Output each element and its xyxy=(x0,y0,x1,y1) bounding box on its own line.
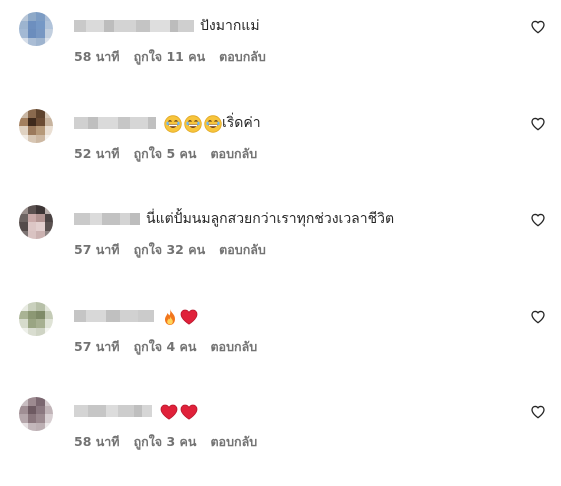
avatar[interactable] xyxy=(19,397,53,431)
username-redacted[interactable] xyxy=(74,19,194,33)
comment-time[interactable]: 58 นาที xyxy=(74,47,120,67)
likes-count-button[interactable]: ถูกใจ 11 คน xyxy=(134,47,206,67)
comment-item: 58 นาที ถูกใจ 3 คน ตอบกลับ xyxy=(0,397,561,467)
comment-body: ปังมากแม่ 58 นาที ถูกใจ 11 คน ตอบกลับ xyxy=(74,12,501,67)
comment-item: นี่แต่ปั้มนมลูกสวยกว่าเราทุกช่วงเวลาชีวิ… xyxy=(0,205,561,275)
heart-emoji-icon xyxy=(178,402,198,421)
comment-line xyxy=(74,302,501,330)
reply-button[interactable]: ตอบกลับ xyxy=(219,47,266,67)
comment-time[interactable]: 57 นาที xyxy=(74,240,120,260)
like-heart-icon[interactable] xyxy=(530,19,546,35)
comment-line xyxy=(74,397,501,425)
like-heart-icon[interactable] xyxy=(530,116,546,132)
comment-meta: 58 นาที ถูกใจ 11 คน ตอบกลับ xyxy=(74,47,501,67)
avatar[interactable] xyxy=(19,12,53,46)
comment-body: 57 นาที ถูกใจ 4 คน ตอบกลับ xyxy=(74,302,501,357)
comment-item: ปังมากแม่ 58 นาที ถูกใจ 11 คน ตอบกลับ xyxy=(0,12,561,82)
comment-item: เริ่ดค่า 52 นาที ถูกใจ 5 คน ตอบกลับ xyxy=(0,109,561,179)
username-redacted[interactable] xyxy=(74,212,140,226)
comment-time[interactable]: 58 นาที xyxy=(74,432,120,452)
username-redacted[interactable] xyxy=(74,116,156,130)
likes-count-button[interactable]: ถูกใจ 5 คน xyxy=(134,144,197,164)
like-heart-icon[interactable] xyxy=(530,309,546,325)
grin-emoji-icon xyxy=(202,113,222,133)
likes-count-button[interactable]: ถูกใจ 32 คน xyxy=(134,240,206,260)
comment-text: เริ่ดค่า xyxy=(222,115,261,131)
fire-emoji-icon xyxy=(160,306,178,326)
comment-text: นี่แต่ปั้มนมลูกสวยกว่าเราทุกช่วงเวลาชีวิ… xyxy=(146,211,395,227)
comment-body: 58 นาที ถูกใจ 3 คน ตอบกลับ xyxy=(74,397,501,452)
likes-count-button[interactable]: ถูกใจ 4 คน xyxy=(134,337,197,357)
like-heart-icon[interactable] xyxy=(530,404,546,420)
reply-button[interactable]: ตอบกลับ xyxy=(210,337,257,357)
comment-meta: 58 นาที ถูกใจ 3 คน ตอบกลับ xyxy=(74,432,501,452)
comment-meta: 57 นาที ถูกใจ 4 คน ตอบกลับ xyxy=(74,337,501,357)
heart-emoji-icon xyxy=(158,402,178,421)
comment-body: นี่แต่ปั้มนมลูกสวยกว่าเราทุกช่วงเวลาชีวิ… xyxy=(74,205,501,260)
comment-line: เริ่ดค่า xyxy=(74,109,501,137)
username-redacted[interactable] xyxy=(74,404,152,418)
avatar[interactable] xyxy=(19,109,53,143)
comment-body: เริ่ดค่า 52 นาที ถูกใจ 5 คน ตอบกลับ xyxy=(74,109,501,164)
comment-item: 57 นาที ถูกใจ 4 คน ตอบกลับ xyxy=(0,302,561,372)
comment-meta: 57 นาที ถูกใจ 32 คน ตอบกลับ xyxy=(74,240,501,260)
username-redacted[interactable] xyxy=(74,309,154,323)
like-heart-icon[interactable] xyxy=(530,212,546,228)
reply-button[interactable]: ตอบกลับ xyxy=(219,240,266,260)
comment-time[interactable]: 57 นาที xyxy=(74,337,120,357)
heart-emoji-icon xyxy=(178,307,198,326)
comment-text: ปังมากแม่ xyxy=(200,18,260,34)
likes-count-button[interactable]: ถูกใจ 3 คน xyxy=(134,432,197,452)
comment-line: ปังมากแม่ xyxy=(74,12,501,40)
reply-button[interactable]: ตอบกลับ xyxy=(210,432,257,452)
comment-line: นี่แต่ปั้มนมลูกสวยกว่าเราทุกช่วงเวลาชีวิ… xyxy=(74,205,501,233)
reply-button[interactable]: ตอบกลับ xyxy=(210,144,257,164)
comment-meta: 52 นาที ถูกใจ 5 คน ตอบกลับ xyxy=(74,144,501,164)
grin-emoji-icon xyxy=(162,113,182,133)
comment-time[interactable]: 52 นาที xyxy=(74,144,120,164)
avatar[interactable] xyxy=(19,302,53,336)
grin-emoji-icon xyxy=(182,113,202,133)
avatar[interactable] xyxy=(19,205,53,239)
